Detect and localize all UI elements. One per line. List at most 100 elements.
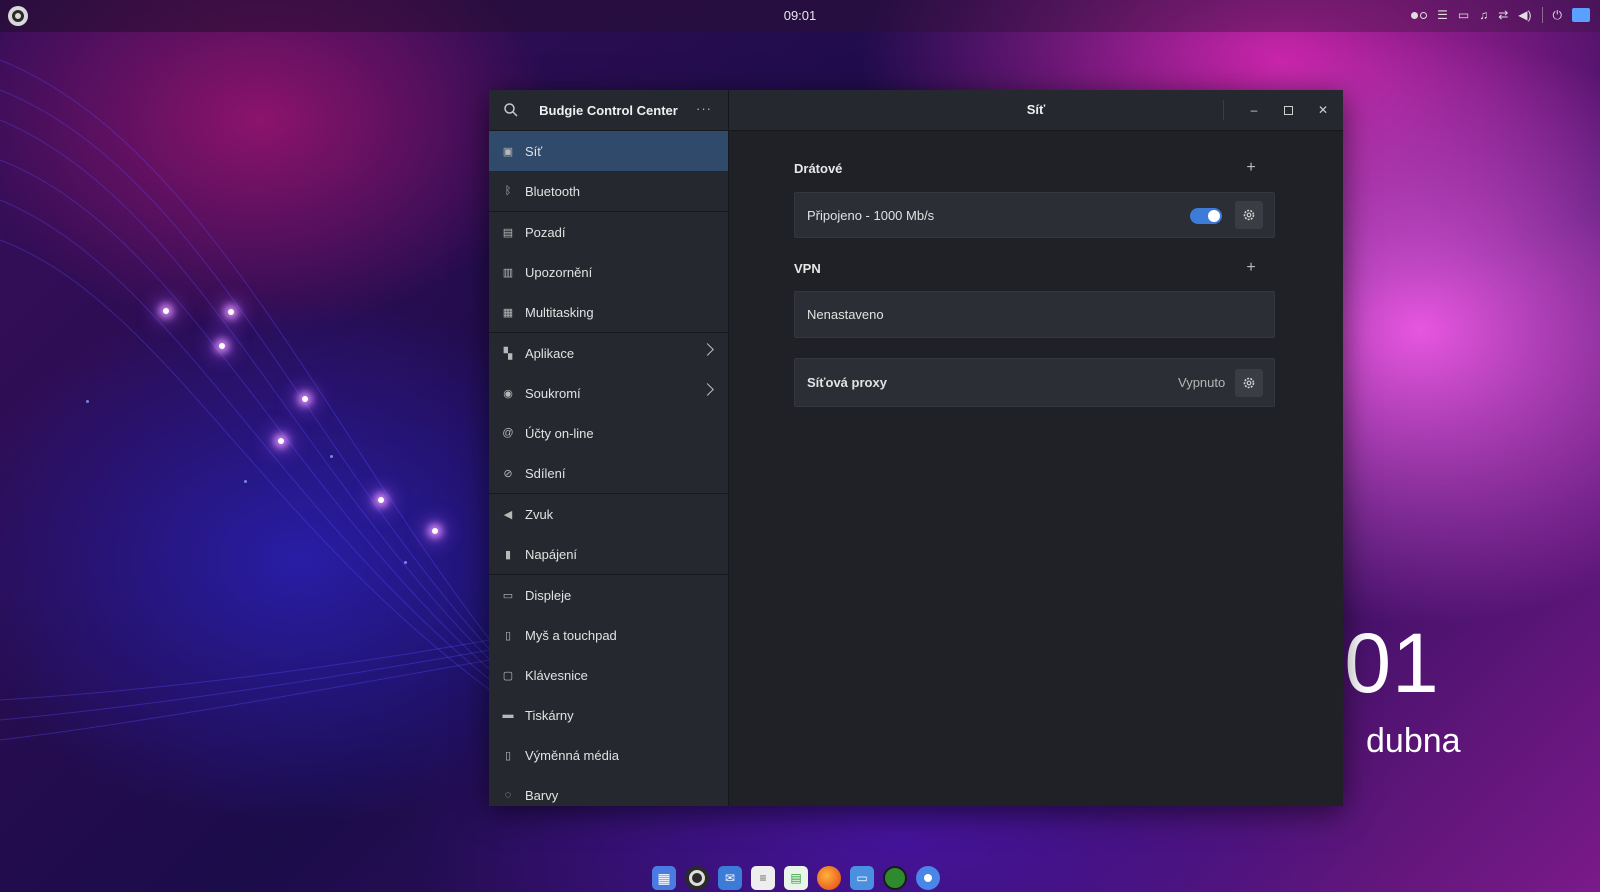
network-tray-icon[interactable]: ⇄ (1498, 7, 1508, 23)
sidebar-item-label: Sdílení (525, 465, 566, 481)
sidebar-item-label: Zvuk (525, 506, 554, 522)
proxy-row[interactable]: Síťová proxy Vypnuto (794, 358, 1275, 407)
chevron-right-icon (701, 343, 714, 356)
sidebar-item-label: Bluetooth (525, 183, 580, 199)
text-editor-icon[interactable]: ≡ (751, 866, 775, 890)
sidebar-item-applications[interactable]: ▚ Aplikace (489, 332, 728, 373)
sidebar-item-label: Napájení (525, 546, 578, 562)
settings-nav: ▣ Síť ᛒ Bluetooth ▤ Pozadí ▥ Upozornění ▦ Mul… (489, 131, 728, 806)
wallpaper-dot (330, 455, 333, 458)
header-separator (1223, 100, 1224, 120)
sidebar-item-network[interactable]: ▣ Síť (489, 131, 728, 171)
sidebar-item-label: Pozadí (525, 224, 566, 240)
sidebar-item-label: Aplikace (525, 345, 575, 361)
add-wired-button[interactable]: + (1243, 160, 1259, 176)
sidebar-item-label: Výměnná média (525, 747, 619, 763)
system-tray: ☰ ▭ ♫ ⇄ ◀) ⏻ (1411, 7, 1590, 23)
files-icon[interactable]: ▭ (850, 866, 874, 890)
budgie-icon[interactable] (685, 866, 709, 890)
gear-icon (1243, 377, 1255, 389)
close-icon: ✕ (1317, 103, 1329, 117)
displays-icon: ▭ (502, 589, 514, 602)
chevron-right-icon (701, 383, 714, 396)
keyboard-icon: ▢ (502, 669, 514, 682)
wallpaper-dot (244, 480, 247, 483)
volume-icon[interactable]: ◀) (1518, 7, 1531, 23)
desktop-clock-date: dubna (1366, 722, 1461, 760)
sidebar-item-label: Multitasking (525, 304, 594, 320)
content-header: Síť – ✕ (729, 90, 1343, 131)
sidebar: Budgie Control Center ··· ▣ Síť ᛒ Bluetoot… (489, 90, 729, 806)
workspace-switcher-icon[interactable] (1411, 11, 1428, 19)
wallpaper-star (219, 343, 225, 349)
wired-toggle[interactable] (1190, 208, 1222, 224)
panel-clock[interactable]: 09:01 (0, 8, 1600, 23)
sidebar-item-keyboard[interactable]: ▢ Klávesnice (489, 655, 728, 695)
sidebar-item-mouse[interactable]: ▯ Myš a touchpad (489, 615, 728, 655)
background-icon: ▤ (502, 226, 514, 239)
mail-icon[interactable]: ✉ (718, 866, 742, 890)
raven-toggle-icon[interactable] (1572, 8, 1590, 22)
mouse-icon: ▯ (504, 629, 512, 642)
blue-app-icon[interactable] (916, 866, 940, 890)
sharing-icon: ⊘ (503, 467, 513, 480)
sidebar-item-bluetooth[interactable]: ᛒ Bluetooth (489, 171, 728, 211)
gear-icon (1243, 209, 1255, 221)
add-vpn-button[interactable]: + (1243, 260, 1259, 276)
sidebar-item-multitasking[interactable]: ▦ Multitasking (489, 292, 728, 332)
sidebar-item-notifications[interactable]: ▥ Upozornění (489, 252, 728, 292)
wallpaper-star (228, 309, 234, 315)
sidebar-item-displays[interactable]: ▭ Displeje (489, 574, 728, 615)
wallpaper-star (278, 438, 284, 444)
privacy-icon: ◉ (503, 387, 513, 400)
proxy-label: Síťová proxy (807, 375, 887, 390)
multitasking-icon: ▦ (502, 306, 514, 319)
sidebar-item-printers[interactable]: ▬ Tiskárny (489, 695, 728, 735)
plus-icon: + (1246, 159, 1256, 176)
sidebar-item-power[interactable]: ▮ Napájení (489, 534, 728, 574)
network-icon: ▣ (502, 145, 514, 158)
minimize-button[interactable]: – (1244, 100, 1264, 120)
vpn-status: Nenastaveno (807, 307, 884, 322)
tray-separator (1541, 7, 1543, 23)
sidebar-item-label: Síť (525, 143, 543, 159)
dock: ▦ ✉ ≡ ▤ ▭ (652, 866, 940, 890)
sidebar-item-privacy[interactable]: ◉ Soukromí (489, 373, 728, 413)
power-icon[interactable]: ⏻ (1553, 7, 1563, 23)
sidebar-item-label: Soukromí (525, 385, 581, 401)
tasklist-icon[interactable]: ☰ (1437, 7, 1448, 23)
notifications-bell-icon[interactable]: ♫ (1479, 7, 1488, 23)
wallpaper-dot (86, 400, 89, 403)
plus-icon: + (1246, 259, 1256, 276)
wallpaper-star (432, 528, 438, 534)
sidebar-item-removable-media[interactable]: ▯ Výměnná média (489, 735, 728, 775)
sidebar-item-sound[interactable]: ◀ Zvuk (489, 493, 728, 534)
maximize-button[interactable] (1278, 100, 1298, 120)
firefox-icon[interactable] (817, 866, 841, 890)
spreadsheet-icon[interactable]: ▤ (784, 866, 808, 890)
minimize-icon: – (1250, 103, 1258, 117)
wallpaper-dot (404, 561, 407, 564)
vpn-row: Nenastaveno (794, 291, 1275, 338)
wallpaper-star (163, 308, 169, 314)
folder-icon[interactable]: ▭ (1458, 7, 1469, 23)
sidebar-header: Budgie Control Center ··· (489, 90, 728, 131)
proxy-settings-button[interactable] (1235, 369, 1263, 397)
sidebar-item-background[interactable]: ▤ Pozadí (489, 211, 728, 252)
wired-status: Připojeno - 1000 Mb/s (807, 208, 935, 223)
applications-icon: ▚ (503, 347, 513, 360)
wired-connection-row: Připojeno - 1000 Mb/s (794, 192, 1275, 238)
control-center-window: Budgie Control Center ··· ▣ Síť ᛒ Bluetoot… (489, 90, 1343, 806)
close-button[interactable]: ✕ (1313, 100, 1333, 120)
top-panel: 09:01 ☰ ▭ ♫ ⇄ ◀) ⏻ (0, 0, 1600, 32)
sidebar-item-sharing[interactable]: ⊘ Sdílení (489, 453, 728, 493)
more-menu-button[interactable]: ··· (696, 101, 712, 116)
wired-settings-button[interactable] (1235, 201, 1263, 229)
green-app-icon[interactable] (883, 866, 907, 890)
apps-grid-icon[interactable]: ▦ (652, 866, 676, 890)
sidebar-item-online-accounts[interactable]: @ Účty on-line (489, 413, 728, 453)
vpn-section-title: VPN (794, 261, 821, 276)
wired-section-title: Drátové (794, 161, 843, 176)
sidebar-item-label: Upozornění (525, 264, 593, 280)
sidebar-item-color[interactable]: ◌ Barvy (489, 775, 728, 806)
